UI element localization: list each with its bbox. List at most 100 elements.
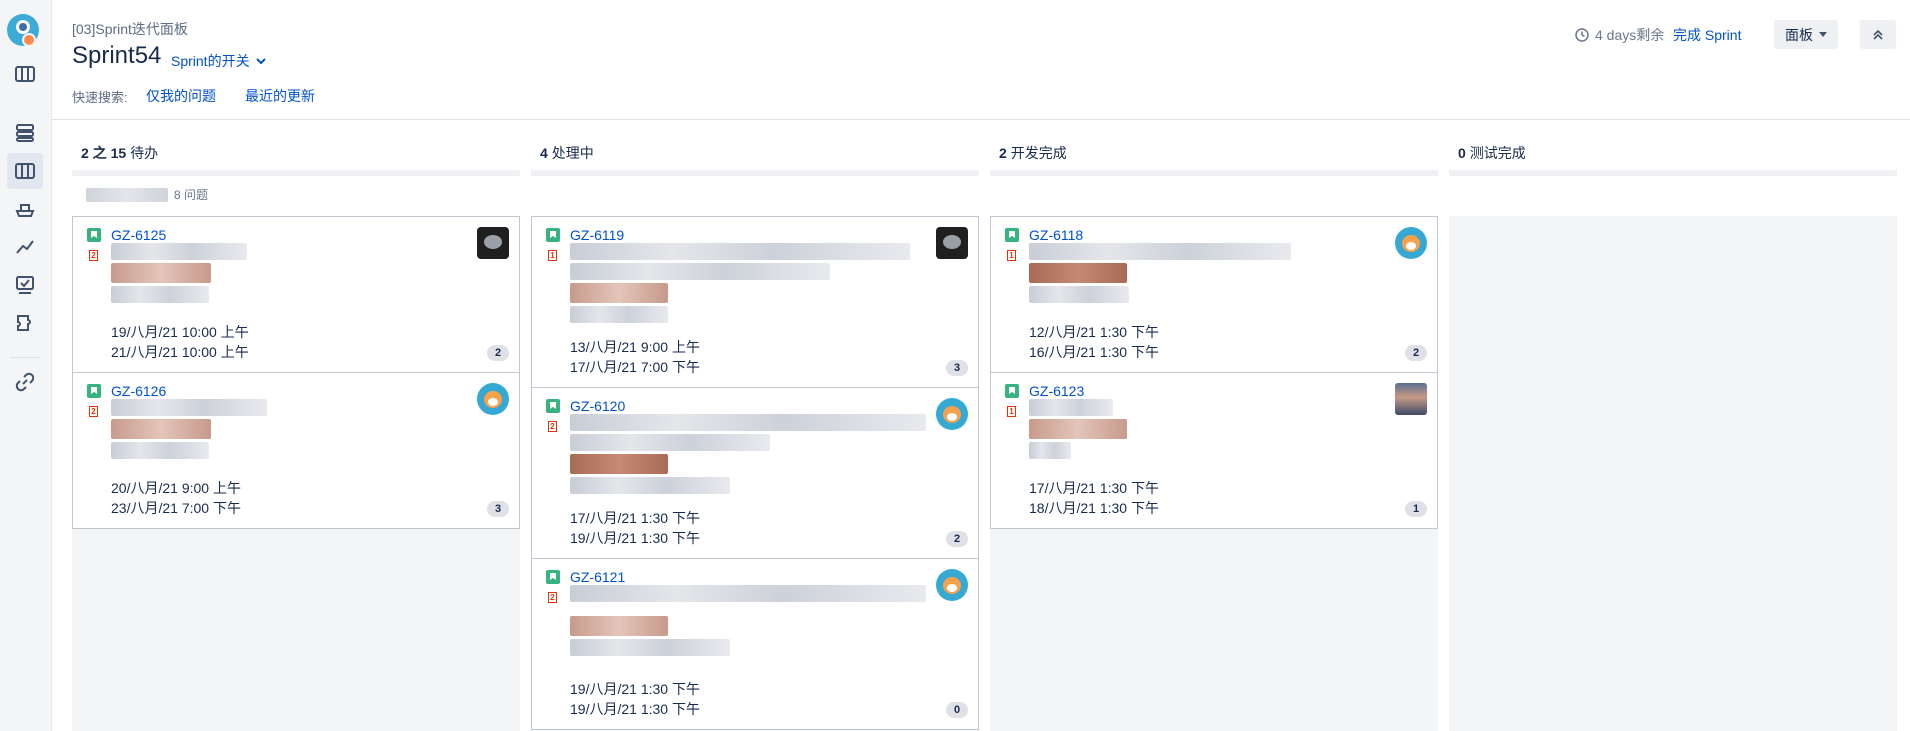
board-menu-button[interactable]: 面板 bbox=[1774, 20, 1838, 49]
issue-card[interactable]: 2 GZ-6121 19/八月/21 1:30 下午 19/八月/21 1:30… bbox=[531, 558, 979, 730]
quick-filter-recent-updates[interactable]: 最近的更新 bbox=[245, 86, 315, 106]
story-icon bbox=[1005, 384, 1019, 398]
subtask-count-badge: 3 bbox=[487, 501, 509, 517]
issue-key[interactable]: GZ-6120 bbox=[570, 398, 625, 414]
swimlane-header[interactable]: 8 问题 bbox=[86, 186, 208, 203]
link-icon[interactable] bbox=[7, 364, 43, 400]
quick-search-label: 快速搜索: bbox=[72, 90, 128, 105]
double-chevron-up-icon bbox=[1873, 29, 1883, 40]
roadmap-icon[interactable] bbox=[7, 56, 43, 92]
collapse-header-button[interactable] bbox=[1860, 20, 1896, 49]
column-header-test-done: 0 测试完成 bbox=[1449, 136, 1897, 176]
issue-card[interactable]: 2 GZ-6120 17/八月/21 1:30 下午 19/八月/21 1:30… bbox=[531, 387, 979, 559]
issue-card[interactable]: 1 GZ-6118 12/八月/21 1:30 下午 16/八月/21 1:30… bbox=[990, 216, 1438, 373]
due-date: 23/八月/21 7:00 下午 bbox=[111, 500, 241, 516]
issue-summary-redacted bbox=[111, 243, 471, 306]
issue-summary-redacted bbox=[570, 414, 930, 497]
issue-key[interactable]: GZ-6123 bbox=[1029, 383, 1084, 399]
issue-dates: 19/八月/21 1:30 下午 19/八月/21 1:30 下午 bbox=[570, 679, 700, 719]
assignee-avatar bbox=[477, 227, 509, 259]
start-date: 19/八月/21 10:00 上午 bbox=[111, 324, 249, 340]
issue-card[interactable]: 1 GZ-6123 17/八月/21 1:30 下午 18/八月/21 1:30… bbox=[990, 372, 1438, 529]
assignee-avatar bbox=[1395, 383, 1427, 415]
issue-key[interactable]: GZ-6126 bbox=[111, 383, 166, 399]
assignee-avatar bbox=[936, 227, 968, 259]
sprint-toggle-label: Sprint的开关 bbox=[171, 53, 250, 69]
quick-filter-my-issues[interactable]: 仅我的问题 bbox=[146, 86, 216, 106]
board-icon[interactable] bbox=[7, 153, 43, 189]
sidebar-divider bbox=[10, 357, 40, 358]
due-date: 19/八月/21 1:30 下午 bbox=[570, 701, 700, 717]
swimlane-name-redacted bbox=[86, 187, 168, 202]
assignee-avatar bbox=[1395, 227, 1427, 259]
start-date: 12/八月/21 1:30 下午 bbox=[1029, 324, 1159, 340]
issues-icon[interactable] bbox=[7, 267, 43, 303]
column-count: 2 bbox=[999, 145, 1007, 161]
components-icon[interactable] bbox=[7, 305, 43, 341]
issue-card[interactable]: 1 GZ-6119 13/八月/21 9:00 上午 17/八月/21 7:00… bbox=[531, 216, 979, 388]
column-count: 4 bbox=[540, 145, 548, 161]
clock-icon bbox=[1575, 28, 1589, 42]
assignee-avatar bbox=[936, 569, 968, 601]
priority-icon: 2 bbox=[548, 421, 557, 432]
project-avatar[interactable] bbox=[7, 14, 39, 47]
start-date: 19/八月/21 1:30 下午 bbox=[570, 681, 700, 697]
story-icon bbox=[546, 399, 560, 413]
issue-dates: 19/八月/21 10:00 上午 21/八月/21 10:00 上午 bbox=[111, 322, 249, 362]
caret-down-icon bbox=[1819, 31, 1827, 37]
column-name: 测试完成 bbox=[1469, 145, 1526, 161]
column-name: 处理中 bbox=[551, 145, 594, 161]
column-name: 开发完成 bbox=[1010, 145, 1067, 161]
issue-card[interactable]: 2 GZ-6125 19/八月/21 10:00 上午 21/八月/21 10:… bbox=[72, 216, 520, 373]
story-icon bbox=[546, 570, 560, 584]
story-icon bbox=[546, 228, 560, 242]
column-header-in-progress: 4 处理中 bbox=[531, 136, 979, 176]
issue-dates: 13/八月/21 9:00 上午 17/八月/21 7:00 下午 bbox=[570, 337, 700, 377]
issue-key[interactable]: GZ-6118 bbox=[1029, 227, 1083, 243]
priority-icon: 2 bbox=[89, 250, 98, 261]
start-date: 17/八月/21 1:30 下午 bbox=[570, 510, 700, 526]
days-remaining-text: 4 days剩余 bbox=[1595, 27, 1665, 43]
subtask-count-badge: 2 bbox=[1405, 345, 1427, 361]
sprint-toggle-dropdown[interactable]: Sprint的开关 bbox=[171, 51, 266, 71]
issue-key[interactable]: GZ-6119 bbox=[570, 227, 624, 243]
header-divider bbox=[52, 119, 1910, 120]
column-test-done bbox=[1449, 216, 1897, 731]
releases-icon[interactable] bbox=[7, 191, 43, 227]
assignee-avatar bbox=[936, 398, 968, 430]
column-name: 待办 bbox=[130, 145, 159, 161]
priority-icon: 1 bbox=[548, 250, 557, 261]
issue-dates: 17/八月/21 1:30 下午 18/八月/21 1:30 下午 bbox=[1029, 478, 1159, 518]
complete-sprint-button[interactable]: 完成 Sprint bbox=[1673, 25, 1741, 45]
priority-icon: 1 bbox=[1007, 250, 1016, 261]
story-icon bbox=[87, 384, 101, 398]
issue-summary-redacted bbox=[570, 243, 930, 326]
reports-icon[interactable] bbox=[7, 229, 43, 265]
issue-card[interactable]: 2 GZ-6126 20/八月/21 9:00 上午 23/八月/21 7:00… bbox=[72, 372, 520, 529]
assignee-avatar bbox=[477, 383, 509, 415]
issue-summary-redacted bbox=[1029, 399, 1389, 462]
backlog-icon[interactable] bbox=[7, 115, 43, 151]
story-icon bbox=[1005, 228, 1019, 242]
issue-dates: 12/八月/21 1:30 下午 16/八月/21 1:30 下午 bbox=[1029, 322, 1159, 362]
priority-icon: 1 bbox=[1007, 406, 1016, 417]
issue-key[interactable]: GZ-6125 bbox=[111, 227, 166, 243]
issue-summary-redacted bbox=[570, 585, 930, 659]
priority-icon: 2 bbox=[89, 406, 98, 417]
breadcrumb[interactable]: [03]Sprint迭代面板 bbox=[72, 19, 188, 39]
column-header-todo: 2 之 15 待办 bbox=[72, 136, 520, 176]
due-date: 21/八月/21 10:00 上午 bbox=[111, 344, 249, 360]
swimlane-issue-count: 8 问题 bbox=[174, 188, 209, 202]
story-icon bbox=[87, 228, 101, 242]
issue-summary-redacted bbox=[1029, 243, 1389, 306]
days-remaining: 4 days剩余 bbox=[1575, 25, 1664, 45]
start-date: 17/八月/21 1:30 下午 bbox=[1029, 480, 1159, 496]
issue-key[interactable]: GZ-6121 bbox=[570, 569, 625, 585]
priority-icon: 2 bbox=[548, 592, 557, 603]
subtask-count-badge: 2 bbox=[946, 531, 968, 547]
subtask-count-badge: 1 bbox=[1405, 501, 1427, 517]
due-date: 19/八月/21 1:30 下午 bbox=[570, 530, 700, 546]
chevron-down-icon bbox=[255, 58, 266, 65]
start-date: 13/八月/21 9:00 上午 bbox=[570, 339, 700, 355]
column-count: 0 bbox=[1458, 145, 1466, 161]
